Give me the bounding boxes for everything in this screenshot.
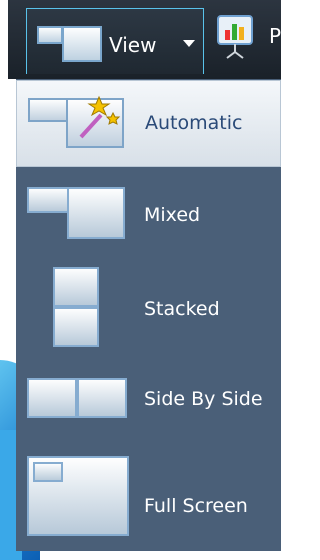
menu-item-label: Mixed xyxy=(144,204,201,226)
layout-icon xyxy=(37,26,102,62)
menu-item-full-screen[interactable]: Full Screen xyxy=(16,445,281,551)
side-by-side-layout-icon xyxy=(27,378,127,418)
view-label: View xyxy=(109,33,157,57)
menu-item-label: Full Screen xyxy=(144,495,248,517)
present-icon[interactable] xyxy=(216,14,256,60)
view-menu-button[interactable]: View xyxy=(26,8,204,74)
menu-item-label: Automatic xyxy=(145,112,243,134)
toolbar: View P xyxy=(8,0,281,79)
stacked-layout-icon xyxy=(53,267,99,347)
menu-item-stacked[interactable]: Stacked xyxy=(16,260,281,355)
full-screen-layout-icon xyxy=(27,456,129,536)
menu-item-label: Side By Side xyxy=(144,388,263,410)
menu-item-mixed[interactable]: Mixed xyxy=(16,170,281,260)
automatic-layout-icon xyxy=(28,95,124,148)
present-label: P xyxy=(269,24,282,48)
menu-item-automatic[interactable]: Automatic xyxy=(16,80,281,167)
chevron-down-icon xyxy=(183,40,195,47)
menu-item-side-by-side[interactable]: Side By Side xyxy=(16,355,281,445)
mixed-layout-icon xyxy=(27,187,125,239)
menu-item-label: Stacked xyxy=(144,298,220,320)
view-layout-menu: Automatic Mixed Stacked Side By Side Ful… xyxy=(16,79,281,551)
